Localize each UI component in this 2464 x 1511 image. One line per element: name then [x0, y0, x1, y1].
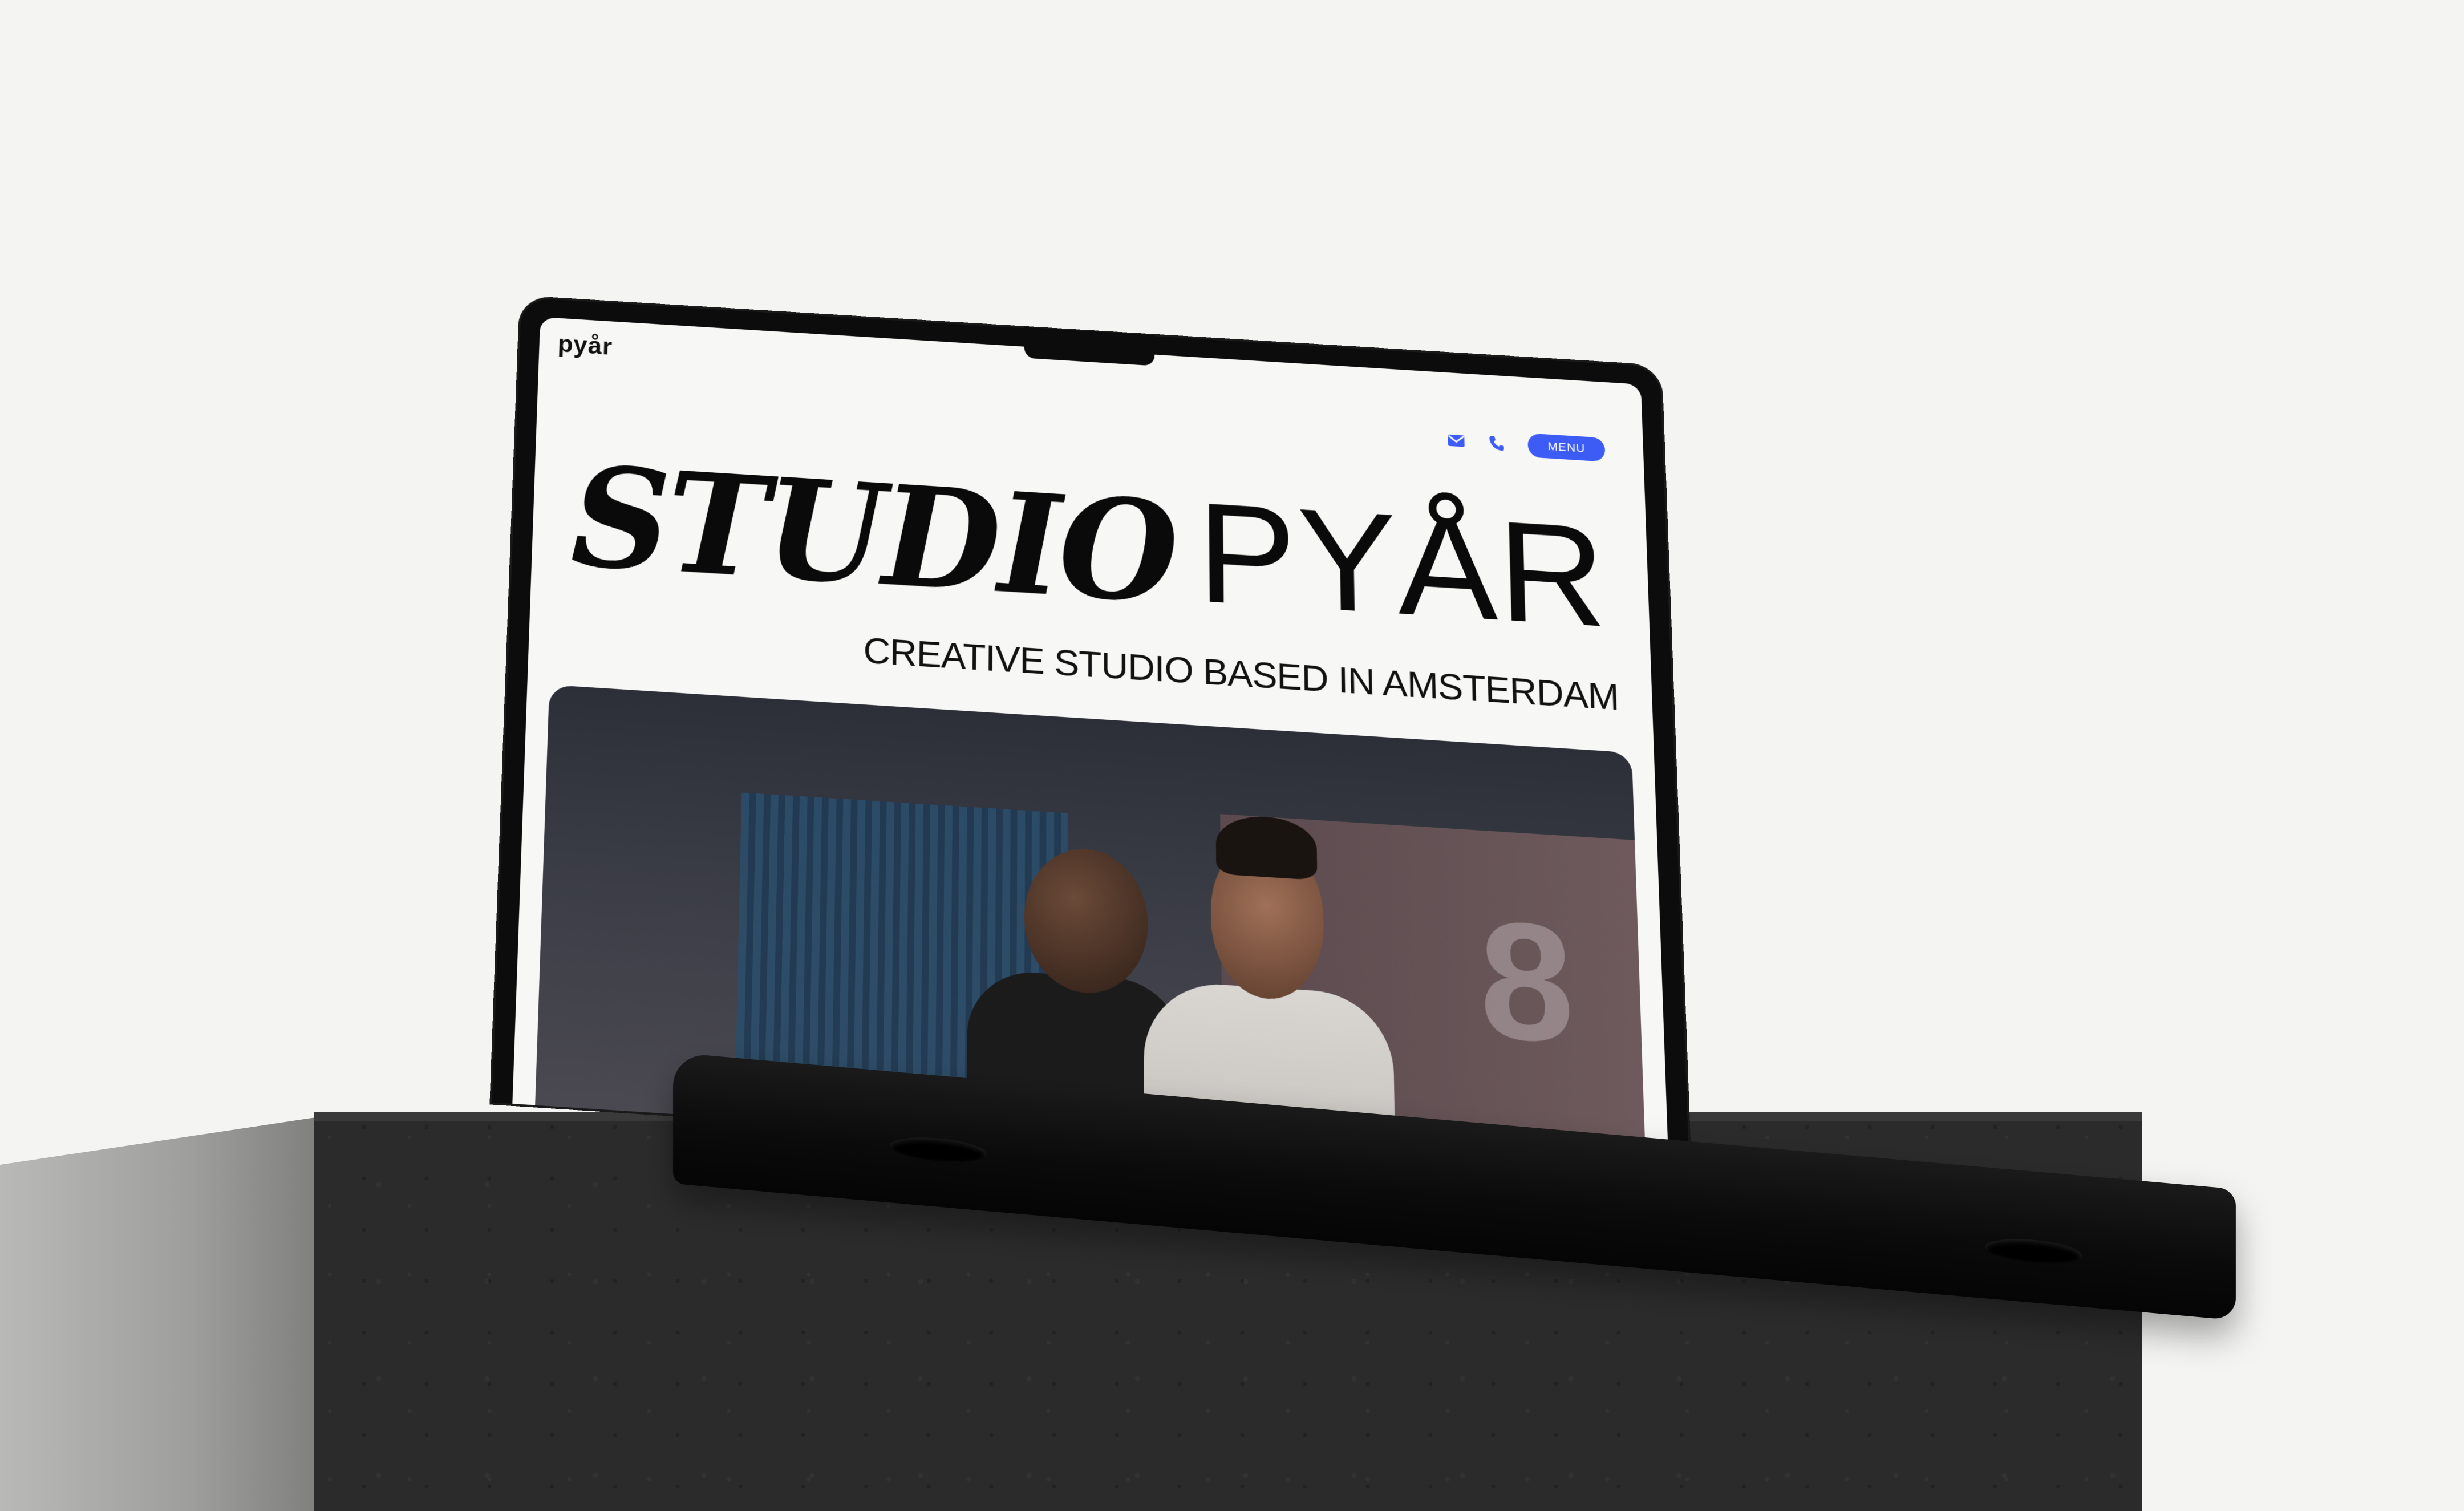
mockup-scene: pyår MENU STUDIO PYÅR CREATIVE STUDIO BA…	[0, 0, 2464, 1511]
site-logo[interactable]: pyår	[557, 329, 613, 360]
menu-button[interactable]: MENU	[1527, 433, 1605, 461]
hero-title: STUDIO PYÅR	[569, 433, 1610, 661]
phone-icon[interactable]	[1488, 435, 1506, 451]
base-foot	[890, 1134, 987, 1165]
hero-title-script: STUDIO	[569, 435, 1176, 635]
background-graphic: 8	[1477, 883, 1577, 1081]
laptop-screen: pyår MENU STUDIO PYÅR CREATIVE STUDIO BA…	[512, 317, 1669, 1178]
envelope-icon[interactable]	[1447, 432, 1466, 449]
base-foot	[1985, 1235, 2082, 1267]
pedestal-side	[0, 1117, 319, 1511]
hero-title-sans: PYÅR	[1197, 471, 1610, 660]
top-nav: MENU	[1447, 428, 1606, 462]
laptop-lid: pyår MENU STUDIO PYÅR CREATIVE STUDIO BA…	[492, 297, 1689, 1179]
